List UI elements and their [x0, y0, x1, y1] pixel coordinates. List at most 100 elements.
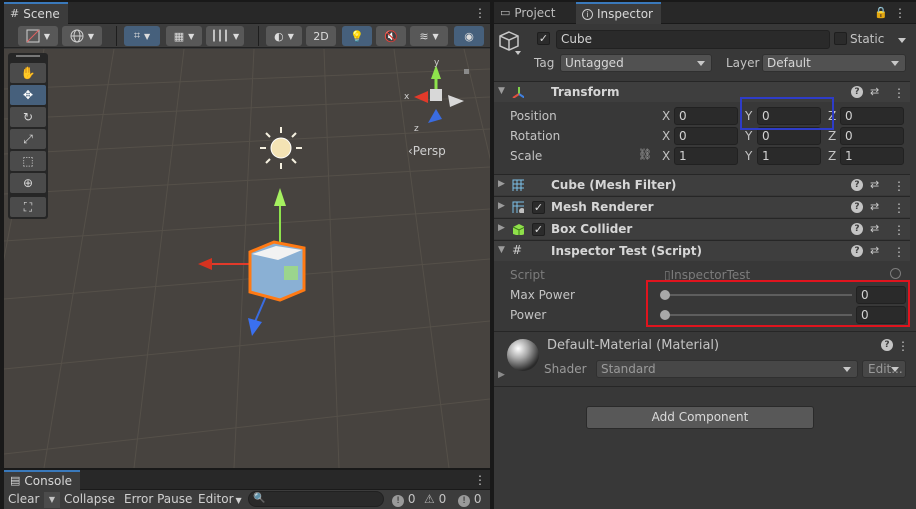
active-checkbox[interactable]: ✓: [537, 32, 550, 45]
help-icon[interactable]: ?: [851, 245, 863, 257]
shader-dropdown[interactable]: Standard: [596, 360, 858, 378]
component-menu-icon[interactable]: ⋮: [893, 87, 905, 99]
error-count[interactable]: ! 0: [458, 492, 481, 507]
rotation-z-field[interactable]: 0: [840, 127, 904, 145]
console-icon: ▤: [10, 474, 21, 487]
static-dropdown-icon[interactable]: [898, 38, 906, 43]
help-icon[interactable]: ?: [851, 86, 863, 98]
material-expand-arrow-icon[interactable]: ▶: [498, 370, 505, 380]
position-x-label[interactable]: X: [662, 109, 670, 123]
scale-z-field[interactable]: 1: [840, 147, 904, 165]
tag-dropdown[interactable]: Untagged: [560, 54, 712, 72]
tab-inspector[interactable]: i Inspector: [576, 2, 661, 24]
mesh-renderer-enabled-checkbox[interactable]: ✓: [532, 201, 545, 214]
material-menu-icon[interactable]: ⋮: [897, 340, 909, 352]
help-icon[interactable]: ?: [851, 201, 863, 213]
log-count[interactable]: ! 0: [392, 492, 415, 507]
audio-button[interactable]: 🔇: [376, 26, 406, 46]
component-menu-icon[interactable]: ⋮: [893, 246, 905, 258]
editor-dropdown[interactable]: Editor ▼: [198, 492, 242, 506]
info-circle-icon: i: [582, 8, 593, 20]
tab-console[interactable]: ▤ Console: [4, 470, 81, 490]
grid-snap-button[interactable]: ▦ ▼: [166, 26, 202, 46]
transform-header[interactable]: ▼ Transform ? ⇄ ⋮: [494, 81, 910, 102]
collapse-button[interactable]: Collapse: [64, 492, 115, 506]
position-x-field[interactable]: 0: [674, 107, 738, 125]
hand-icon: ✋: [20, 66, 36, 80]
scene-menu-icon[interactable]: ⋮: [474, 7, 486, 19]
inspector-test-header[interactable]: ▼ # Inspector Test (Script) ? ⇄ ⋮: [494, 240, 910, 261]
presets-icon[interactable]: ⇄: [870, 85, 879, 98]
object-name-field[interactable]: Cube: [556, 30, 830, 49]
scene-viewport[interactable]: y x z ‹Persp ✋ ✥ ↻ ⤢ ⬚ ⊕ ⛶: [4, 49, 490, 468]
clear-button[interactable]: Clear: [8, 492, 39, 506]
icon-dropdown-icon[interactable]: [515, 51, 521, 55]
static-checkbox[interactable]: [834, 32, 847, 45]
object-picker-icon: [890, 268, 901, 279]
box-collider-header[interactable]: ▶ ✓ Box Collider ? ⇄ ⋮: [494, 218, 910, 239]
tab-project[interactable]: ▭ Project: [494, 2, 563, 24]
warning-icon: ⚠: [424, 492, 435, 506]
presets-icon[interactable]: ⇄: [870, 178, 879, 191]
help-icon[interactable]: ?: [881, 339, 893, 351]
lock-icon[interactable]: 🔒: [874, 6, 888, 19]
constrain-proportions-icon[interactable]: ⛓: [638, 148, 652, 161]
collapsed-arrow-icon: ▶: [498, 201, 505, 211]
component-menu-icon[interactable]: ⋮: [893, 180, 905, 192]
tools-overlay: ✋ ✥ ↻ ⤢ ⬚ ⊕ ⛶: [8, 53, 48, 219]
clear-dropdown-icon[interactable]: ▼: [44, 492, 60, 508]
help-icon[interactable]: ?: [851, 223, 863, 235]
rotation-y-label[interactable]: Y: [745, 129, 752, 143]
scale-y-field[interactable]: 1: [757, 147, 821, 165]
layer-dropdown[interactable]: Default: [762, 54, 906, 72]
visibility-button[interactable]: ◉: [454, 26, 484, 46]
component-menu-icon[interactable]: ⋮: [893, 202, 905, 214]
move-snap-button[interactable]: ⌗ ▼: [124, 26, 160, 46]
box-collider-enabled-checkbox[interactable]: ✓: [532, 223, 545, 236]
hand-tool-button[interactable]: ✋: [10, 63, 46, 83]
transform-tool-button[interactable]: ⊕: [10, 173, 46, 193]
scale-z-label[interactable]: Z: [828, 149, 836, 163]
projection-label[interactable]: ‹Persp: [408, 144, 446, 158]
rotation-x-label[interactable]: X: [662, 129, 670, 143]
rotation-x-field[interactable]: 0: [674, 127, 738, 145]
rect-tool-button[interactable]: ⬚: [10, 151, 46, 171]
error-pause-button[interactable]: Error Pause: [124, 492, 192, 506]
rotation-z-label[interactable]: Z: [828, 129, 836, 143]
draw-mode-button[interactable]: ▼: [18, 26, 58, 46]
custom-tool-button[interactable]: ⛶: [10, 197, 46, 217]
scale-x-label[interactable]: X: [662, 149, 670, 163]
scale-tool-button[interactable]: ⤢: [10, 129, 46, 149]
presets-icon[interactable]: ⇄: [870, 222, 879, 235]
tab-scene[interactable]: # Scene: [4, 2, 68, 24]
custom-tool-icon: ⛶: [23, 200, 33, 214]
presets-icon[interactable]: ⇄: [870, 244, 879, 257]
directional-light-icon[interactable]: [258, 125, 304, 171]
cube-gizmo[interactable]: [194, 184, 314, 344]
position-z-field[interactable]: 0: [840, 107, 904, 125]
scale-x-field[interactable]: 1: [674, 147, 738, 165]
console-search-input[interactable]: 🔍: [248, 491, 384, 507]
scale-y-label[interactable]: Y: [745, 149, 752, 163]
lighting-button[interactable]: 💡: [342, 26, 372, 46]
mesh-renderer-header[interactable]: ▶ ✓ Mesh Renderer ? ⇄ ⋮: [494, 196, 910, 217]
presets-icon[interactable]: ⇄: [870, 200, 879, 213]
globe-button[interactable]: ▼: [62, 26, 102, 46]
mesh-filter-header[interactable]: ▶ Cube (Mesh Filter) ? ⇄ ⋮: [494, 174, 910, 195]
help-icon[interactable]: ?: [851, 179, 863, 191]
rotate-tool-button[interactable]: ↻: [10, 107, 46, 127]
move-tool-button[interactable]: ✥: [10, 85, 46, 105]
effects-button[interactable]: ≋ ▼: [410, 26, 448, 46]
add-component-button[interactable]: Add Component: [586, 406, 814, 429]
toggle-2d-button[interactable]: 2D: [306, 26, 336, 46]
warning-count[interactable]: ⚠ 0: [424, 492, 446, 506]
inspector-menu-icon[interactable]: ⋮: [894, 7, 906, 19]
component-menu-icon[interactable]: ⋮: [893, 224, 905, 236]
console-menu-icon[interactable]: ⋮: [474, 474, 486, 486]
panel-splitter[interactable]: [490, 0, 494, 509]
shader-edit-button[interactable]: Edit...: [862, 360, 906, 378]
material-preview-sphere: [507, 339, 539, 371]
increment-snap-button[interactable]: ┃┃┃ ▼: [206, 26, 244, 46]
viewport-lock-icon[interactable]: [464, 69, 469, 74]
shading-mode-button[interactable]: ◐ ▼: [266, 26, 302, 46]
